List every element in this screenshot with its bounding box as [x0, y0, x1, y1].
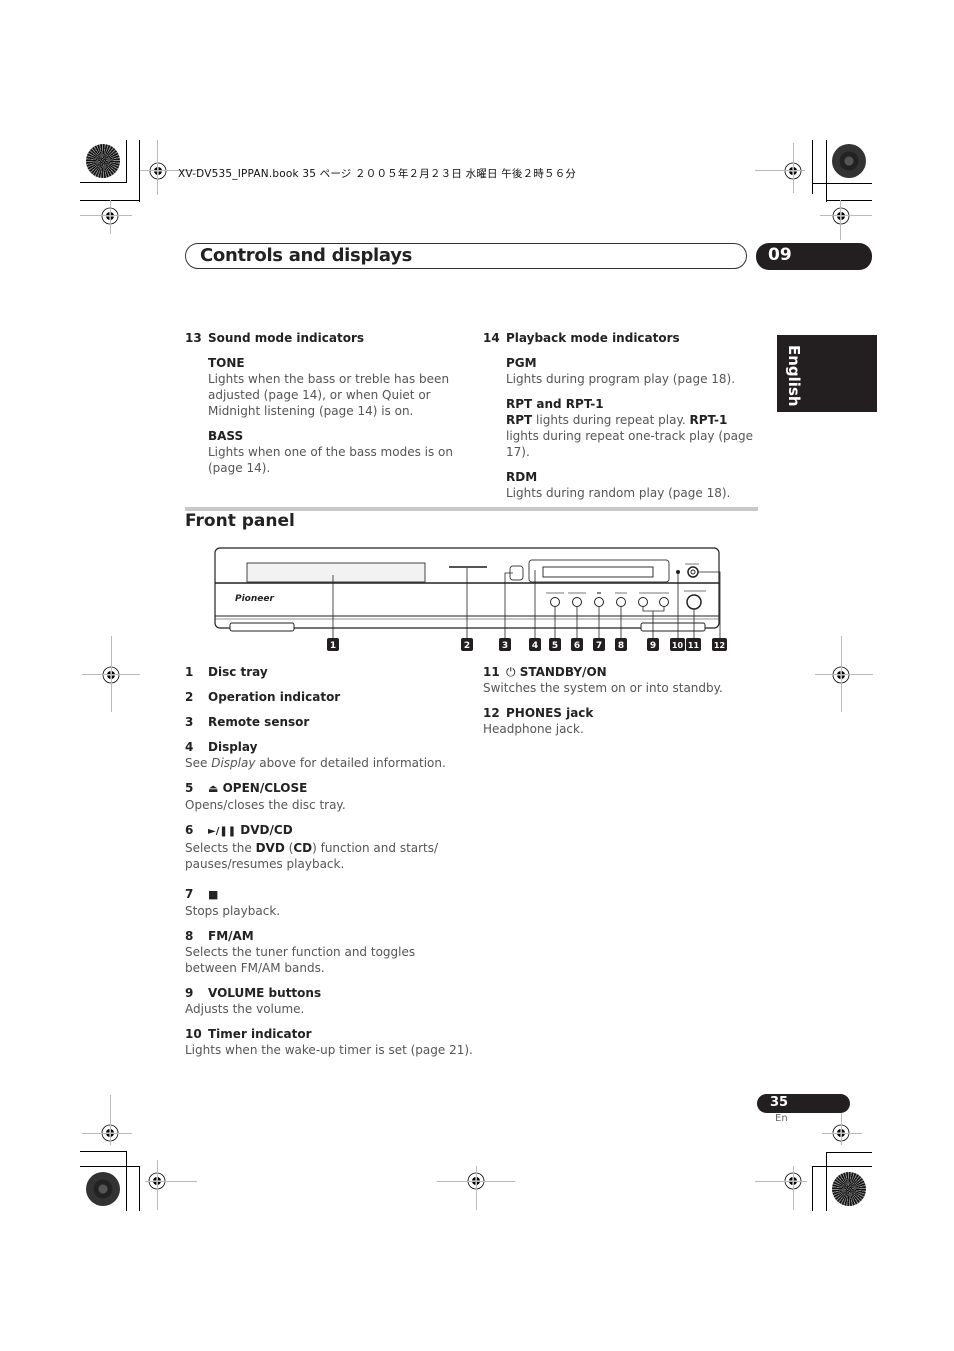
open-close-button [550, 597, 560, 607]
chapter-number: 09 [768, 245, 792, 265]
callout-12: 12 [714, 641, 725, 650]
playback-mode-indicators: 14 Playback mode indicators PGM Lights du… [483, 330, 758, 501]
indicator-desc-rdm: Lights during random play (page 18). [506, 486, 731, 500]
chapter-title-bar: Controls and displays [185, 243, 747, 269]
volume-down-button [638, 597, 648, 607]
volume-up-button [659, 597, 669, 607]
callout-9: 9 [650, 641, 656, 651]
page-number-badge: 35 [757, 1094, 850, 1113]
legend-item: 10 Timer indicator Lights when the wake-u… [185, 1027, 473, 1057]
play-pause-button [572, 597, 582, 607]
legend-item: 6 ►/❚❚ DVD/CD Selects the DVD (CD) functi… [185, 823, 439, 871]
chapter-number-badge: 09 [756, 243, 872, 270]
front-panel-diagram: Pioneer 1 2 3 4 5 6 7 8 9 10 11 12 [214, 547, 727, 651]
callout-4: 4 [532, 641, 538, 651]
registration-sunburst-icon [832, 1172, 866, 1206]
legend-item: 2 Operation indicator [185, 690, 341, 704]
callout-5: 5 [552, 641, 558, 651]
callout-6: 6 [574, 641, 580, 651]
legend-item: 8 FM/AM Selects the tuner function and to… [185, 929, 416, 975]
sound-mode-indicators: 13 Sound mode indicators TONE Lights when… [185, 330, 460, 476]
print-header-text: XV-DV535_IPPAN.book 35 ページ ２００５年２月２３日 水曜… [178, 168, 577, 180]
disc-tray [246, 562, 426, 583]
registration-sunburst-icon [86, 1172, 120, 1206]
callout-1: 1 [330, 641, 336, 651]
registration-sunburst-icon [86, 144, 120, 178]
power-icon: ⏻ [506, 665, 516, 679]
page-language: En [775, 1113, 788, 1124]
callout-11: 11 [688, 641, 700, 650]
indicator-desc-bass: Lights when one of the bass modes is on … [208, 445, 454, 475]
stop-icon: ■ [208, 888, 219, 901]
indicator-label-rdm: RDM [506, 470, 538, 484]
display-panel [542, 566, 654, 578]
operation-indicator [449, 566, 487, 568]
play-pause-icon: ►/❚❚ [208, 826, 237, 837]
fm-am-button [616, 597, 626, 607]
crosshair-mark-icon [832, 207, 850, 225]
indicator-label-rpt: RPT and RPT-1 [506, 397, 604, 411]
front-panel-legend-left: 1 Disc tray 2 Operation indicator 3 Remote … [185, 664, 473, 1067]
item-heading: 14 Playback mode indicators [483, 331, 680, 345]
left-foot [229, 622, 295, 632]
indicator-desc-rpt: RPT lights during repeat play. RPT-1 lig… [506, 413, 754, 459]
callout-7: 7 [596, 641, 602, 651]
registration-sunburst-icon [832, 144, 866, 178]
legend-item: 12 PHONES jack Headphone jack. [483, 706, 594, 736]
legend-item: 7 ■ Stops playback. [185, 887, 281, 918]
timer-indicator [676, 570, 680, 574]
page-number: 35 [770, 1095, 789, 1110]
callout-2: 2 [464, 641, 470, 651]
indicator-desc-pgm: Lights during program play (page 18). [506, 372, 736, 386]
chapter-title: Controls and displays [200, 245, 413, 266]
brand-logo: Pioneer [235, 594, 274, 604]
indicator-desc-tone: Lights when the bass or treble has been … [208, 372, 450, 418]
standby-on-button [686, 594, 702, 610]
language-tab: English [777, 335, 877, 412]
item-heading: 13 Sound mode indicators [185, 331, 365, 345]
indicator-label-bass: BASS [208, 429, 244, 443]
legend-item: 9 VOLUME buttons Adjusts the volume. [185, 986, 322, 1016]
callout-8: 8 [618, 641, 624, 651]
front-panel-legend-right: 11 ⏻ STANDBY/ON Switches the system on or… [483, 664, 758, 746]
eject-icon: ⏏ [208, 782, 219, 795]
legend-item: 5 ⏏ OPEN/CLOSE Opens/closes the disc tray… [185, 781, 346, 812]
callout-3: 3 [502, 641, 508, 651]
right-foot [640, 622, 706, 632]
callout-10: 10 [672, 641, 684, 650]
stop-button [594, 597, 604, 607]
section-title: Front panel [185, 511, 295, 531]
legend-item: 4 Display See Display above for detailed … [185, 740, 446, 770]
indicator-label-pgm: PGM [506, 356, 537, 370]
legend-item: 11 ⏻ STANDBY/ON Switches the system on or… [483, 665, 723, 695]
legend-item: 1 Disc tray [185, 665, 268, 679]
crosshair-mark-icon [149, 162, 167, 180]
language-label: English [785, 345, 803, 407]
legend-item: 3 Remote sensor [185, 715, 310, 729]
indicator-label-tone: TONE [208, 356, 245, 370]
